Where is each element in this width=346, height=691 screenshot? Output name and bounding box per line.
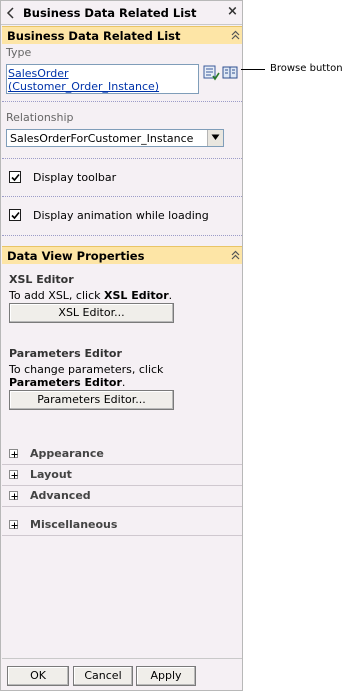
type-input[interactable]: SalesOrder (Customer_Order_Instance) xyxy=(6,64,199,94)
type-value-line2[interactable]: (Customer_Order_Instance) xyxy=(8,80,197,93)
type-value-line1[interactable]: SalesOrder xyxy=(8,67,197,80)
display-toolbar-checkbox[interactable] xyxy=(9,171,21,183)
cancel-button[interactable]: Cancel xyxy=(73,666,133,686)
callout-line xyxy=(241,69,265,70)
section-title: Data View Properties xyxy=(7,249,145,263)
relationship-select[interactable]: SalesOrderForCustomer_Instance xyxy=(6,129,224,147)
section-title: Business Data Related List xyxy=(7,29,181,43)
section-header-business-data[interactable]: Business Data Related List xyxy=(2,26,242,44)
relationship-selected-value: SalesOrderForCustomer_Instance xyxy=(10,132,194,145)
collapse-up-icon[interactable] xyxy=(231,250,240,260)
parameters-editor-title: Parameters Editor xyxy=(9,347,122,360)
browse-button-callout: Browse button xyxy=(270,63,343,74)
expander-label[interactable]: Appearance xyxy=(30,447,104,460)
expander-miscellaneous[interactable]: Miscellaneous xyxy=(2,516,242,536)
divider xyxy=(2,101,242,102)
check-names-icon[interactable] xyxy=(203,65,220,81)
expander-label[interactable]: Advanced xyxy=(30,489,91,502)
xsl-editor-description: To add XSL, click XSL Editor. xyxy=(9,289,172,302)
divider xyxy=(2,196,242,197)
xsl-editor-title: XSL Editor xyxy=(9,273,74,286)
parameters-editor-button[interactable]: Parameters Editor... xyxy=(9,390,174,410)
display-toolbar-label: Display toolbar xyxy=(33,171,117,184)
plus-expand-icon[interactable] xyxy=(9,491,18,500)
ok-button[interactable]: OK xyxy=(7,666,69,686)
divider xyxy=(2,535,242,536)
params-desc-suffix: . xyxy=(121,376,126,389)
tool-pane-footer: OK Cancel Apply xyxy=(2,658,242,690)
tool-pane: Business Data Related List × Business Da… xyxy=(0,0,243,691)
plus-expand-icon[interactable] xyxy=(9,520,18,529)
xsl-desc-prefix: To add XSL, click xyxy=(9,289,104,302)
expander-label[interactable]: Layout xyxy=(30,468,72,481)
divider xyxy=(2,158,242,159)
divider xyxy=(2,464,242,465)
divider xyxy=(2,506,242,507)
tool-pane-title: Business Data Related List xyxy=(23,6,197,20)
params-desc-bold: Parameters Editor xyxy=(9,376,122,389)
tool-pane-titlebar: Business Data Related List × xyxy=(1,1,242,25)
chevron-down-icon[interactable] xyxy=(207,130,223,146)
xsl-editor-button[interactable]: XSL Editor... xyxy=(9,303,174,323)
plus-expand-icon[interactable] xyxy=(9,449,18,458)
type-label: Type xyxy=(6,46,32,59)
xsl-desc-suffix: . xyxy=(168,289,173,302)
section-header-data-view[interactable]: Data View Properties xyxy=(2,246,242,264)
collapse-up-icon[interactable] xyxy=(231,30,240,40)
expander-label[interactable]: Miscellaneous xyxy=(30,518,117,531)
expander-layout[interactable]: Layout xyxy=(2,466,242,486)
xsl-desc-bold: XSL Editor xyxy=(104,289,169,302)
params-desc-line1: To change parameters, click xyxy=(9,363,164,376)
back-arrow-icon[interactable] xyxy=(6,7,16,19)
relationship-label: Relationship xyxy=(6,111,74,124)
plus-expand-icon[interactable] xyxy=(9,470,18,479)
expander-appearance[interactable]: Appearance xyxy=(2,445,242,465)
apply-button[interactable]: Apply xyxy=(136,666,196,686)
parameters-editor-description: To change parameters, click Parameters E… xyxy=(9,363,163,389)
divider xyxy=(2,235,242,236)
expander-advanced[interactable]: Advanced xyxy=(2,487,242,507)
browse-book-icon[interactable] xyxy=(222,65,239,81)
close-icon[interactable]: × xyxy=(227,4,238,19)
display-animation-label: Display animation while loading xyxy=(33,209,209,222)
display-animation-checkbox[interactable] xyxy=(9,209,21,221)
divider xyxy=(2,485,242,486)
